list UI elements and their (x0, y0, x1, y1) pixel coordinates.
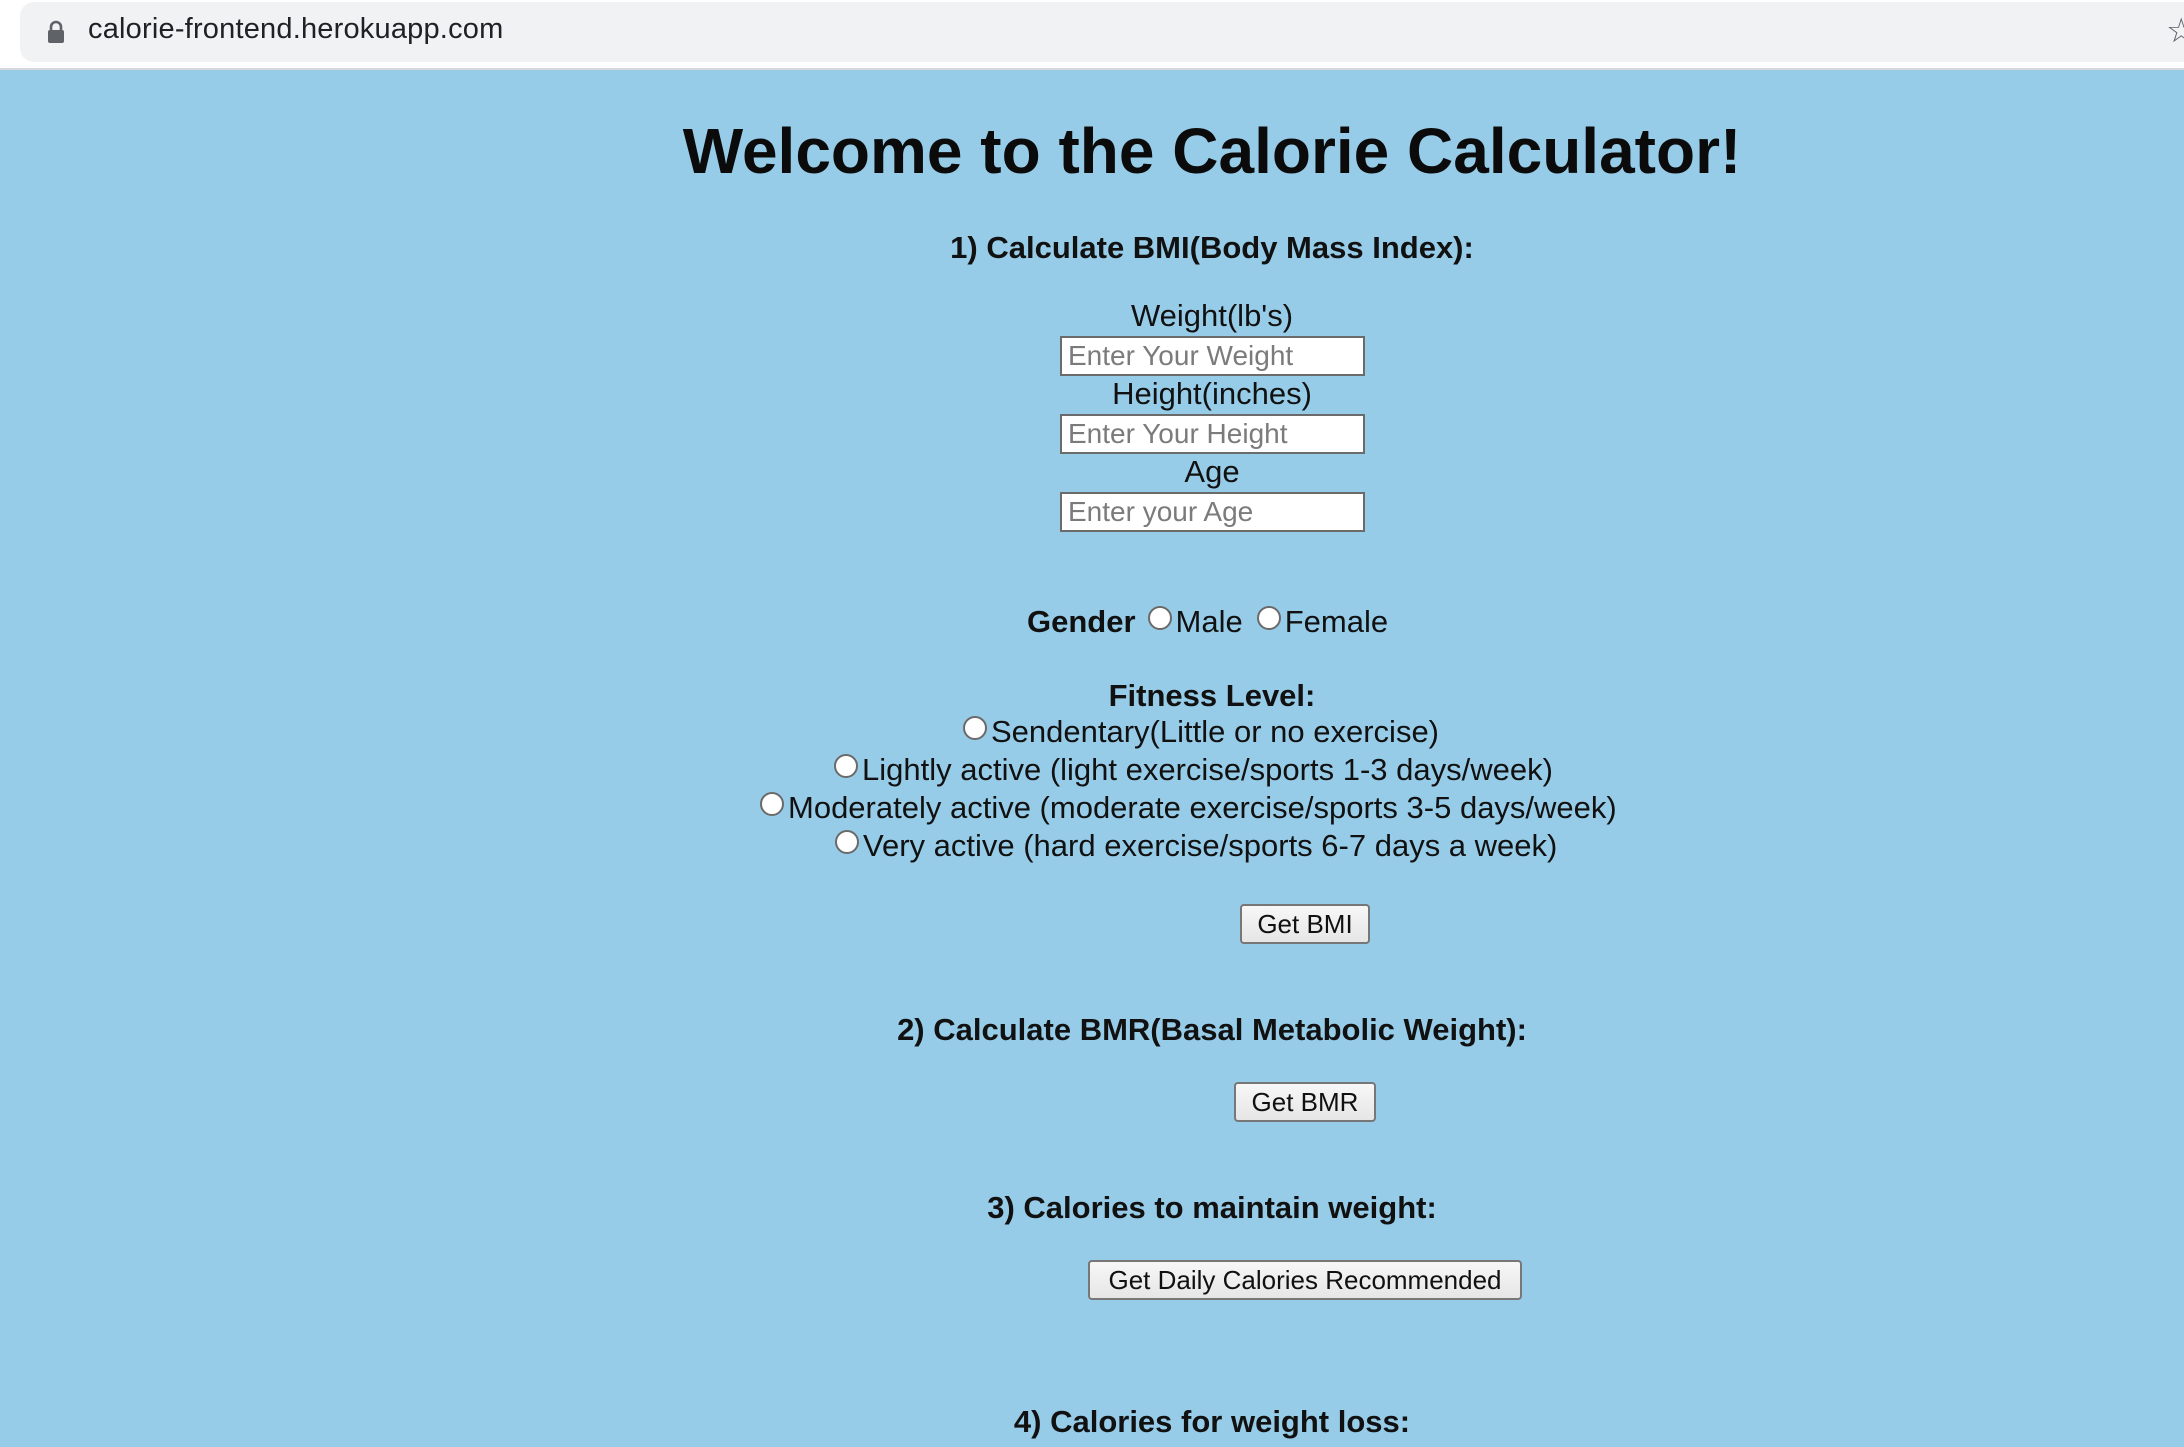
get-daily-calories-button[interactable]: Get Daily Calories Recommended (1088, 1260, 1522, 1300)
maintain-section-heading: 3) Calories to maintain weight: (987, 1190, 1437, 1225)
weight-label: Weight(lb's) (1130, 298, 1294, 333)
gender-female-label[interactable]: Female (1285, 604, 1388, 640)
fitness-option-very-active[interactable]: Very active (hard exercise/sports 6-7 da… (835, 828, 1557, 864)
page-content: Welcome to the Calorie Calculator! 1) Ca… (0, 70, 2184, 1447)
fitness-lightly-active-radio[interactable] (834, 754, 858, 778)
gender-label: Gender (1027, 604, 1136, 639)
bmr-section-heading: 2) Calculate BMR(Basal Metabolic Weight)… (897, 1012, 1527, 1047)
fitness-moderately-active-radio[interactable] (760, 792, 784, 816)
weight-input[interactable] (1060, 336, 1365, 376)
star-icon[interactable]: ☆ (2166, 14, 2184, 48)
age-label: Age (1184, 454, 1240, 489)
height-input[interactable] (1060, 414, 1365, 454)
get-bmi-button[interactable]: Get BMI (1240, 904, 1370, 944)
weight-loss-section-heading: 4) Calories for weight loss: (1013, 1404, 1411, 1439)
fitness-moderately-active-label[interactable]: Moderately active (moderate exercise/spo… (788, 790, 1617, 826)
fitness-level-heading: Fitness Level: (1108, 678, 1316, 713)
fitness-option-lightly-active[interactable]: Lightly active (light exercise/sports 1-… (834, 752, 1553, 788)
age-input[interactable] (1060, 492, 1365, 532)
lock-icon[interactable] (47, 20, 65, 44)
page-title: Welcome to the Calorie Calculator! (682, 115, 1742, 187)
get-bmr-button[interactable]: Get BMR (1234, 1082, 1376, 1122)
fitness-option-sedentary[interactable]: Sendentary(Little or no exercise) (963, 714, 1439, 750)
fitness-very-active-label[interactable]: Very active (hard exercise/sports 6-7 da… (863, 828, 1557, 864)
height-label: Height(inches) (1112, 376, 1312, 411)
gender-female-radio[interactable] (1256, 606, 1281, 630)
bmi-section-heading: 1) Calculate BMI(Body Mass Index): (950, 230, 1474, 265)
url-text[interactable]: calorie-frontend.herokuapp.com (88, 13, 503, 46)
browser-address-bar: calorie-frontend.herokuapp.com ☆ (0, 0, 2184, 70)
gender-group: Gender Male Female (1027, 604, 1402, 640)
gender-male-label[interactable]: Male (1176, 604, 1243, 640)
fitness-sedentary-radio[interactable] (963, 716, 987, 740)
fitness-lightly-active-label[interactable]: Lightly active (light exercise/sports 1-… (862, 752, 1553, 788)
fitness-sedentary-label[interactable]: Sendentary(Little or no exercise) (991, 714, 1439, 750)
gender-male-radio[interactable] (1147, 606, 1172, 630)
fitness-option-moderately-active[interactable]: Moderately active (moderate exercise/spo… (760, 790, 1617, 826)
fitness-very-active-radio[interactable] (835, 830, 859, 854)
